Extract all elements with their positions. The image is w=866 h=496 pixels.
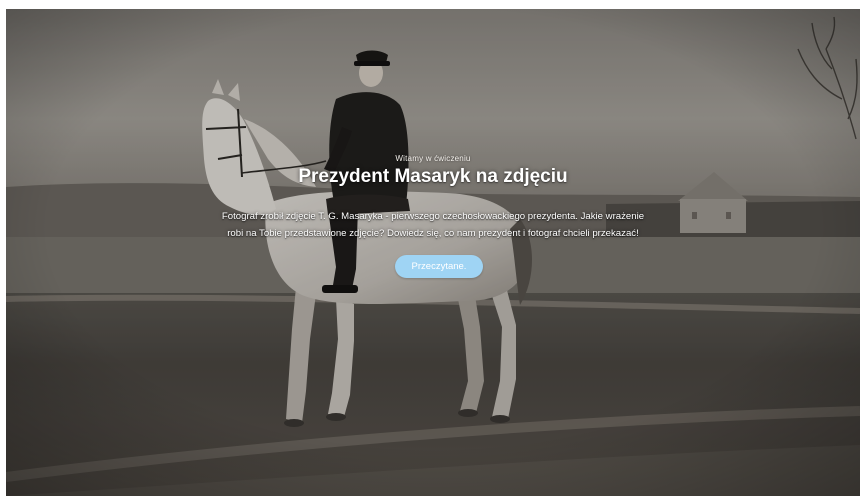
hero-section: Witamy w ćwiczeniu Prezydent Masaryk na … bbox=[6, 9, 860, 496]
hero-description: Fotograf zrobił zdjęcie T. G. Masaryka -… bbox=[221, 211, 645, 239]
hero-content: Witamy w ćwiczeniu Prezydent Masaryk na … bbox=[6, 9, 860, 496]
read-button[interactable]: Przeczytane. bbox=[395, 255, 483, 278]
hero-eyebrow: Witamy w ćwiczeniu bbox=[395, 154, 471, 163]
hero-title: Prezydent Masaryk na zdjęciu bbox=[298, 166, 568, 187]
